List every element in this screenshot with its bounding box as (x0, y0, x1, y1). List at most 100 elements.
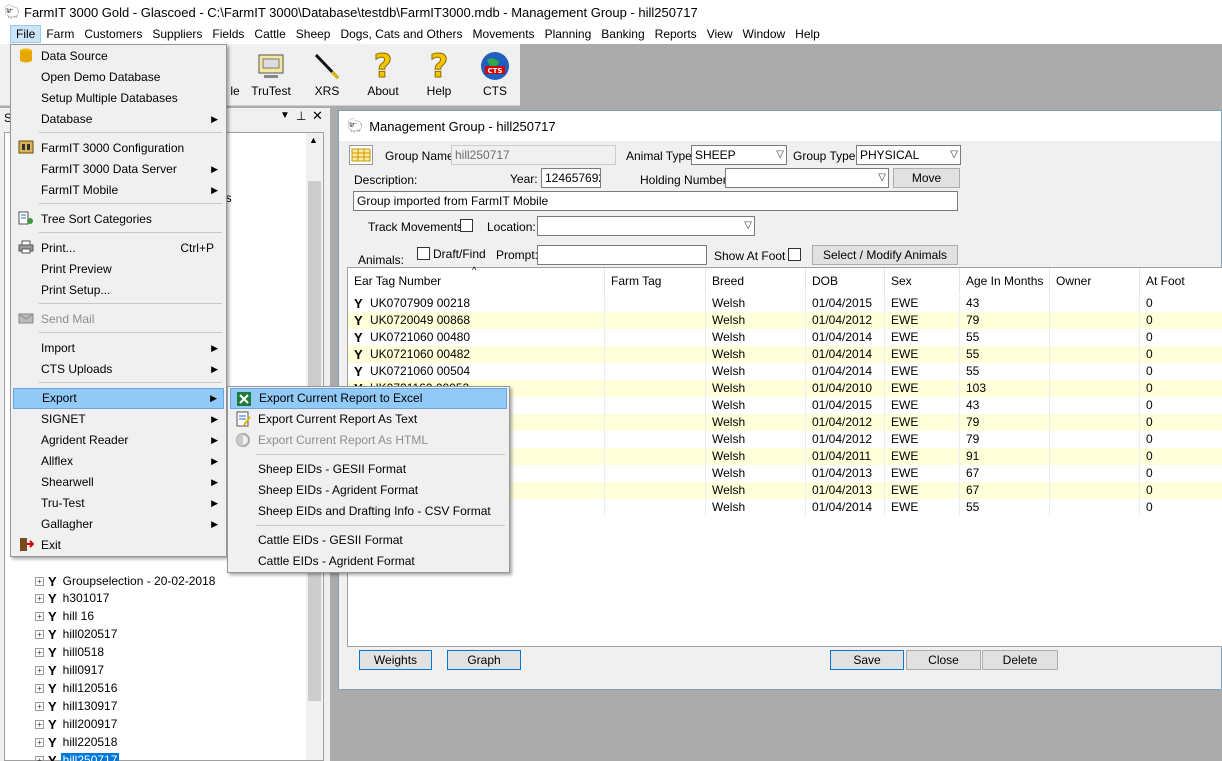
column-header[interactable]: Farm Tag (605, 268, 706, 294)
menu-item-open-demo-database[interactable]: Open Demo Database (13, 67, 224, 88)
tree-item[interactable]: + Yh301017 (35, 589, 111, 607)
column-header[interactable]: DOB (806, 268, 885, 294)
menu-banking[interactable]: Banking (596, 25, 649, 43)
menu-customers[interactable]: Customers (79, 25, 147, 43)
column-header[interactable]: Sex (885, 268, 960, 294)
select-modify-animals-button[interactable]: Select / Modify Animals (812, 245, 958, 265)
menu-planning[interactable]: Planning (540, 25, 597, 43)
save-button[interactable]: Save (830, 650, 904, 670)
toolbar-button-help[interactable]: ? Help (414, 48, 464, 102)
toolbar-button-xrs[interactable]: XRS (302, 48, 352, 102)
toolbar-button-trutest[interactable]: TruTest (246, 48, 296, 102)
expand-icon[interactable]: + (35, 647, 44, 657)
menu-item-cattle-eids-gesii-format[interactable]: Cattle EIDs - GESII Format (230, 530, 507, 551)
description-field[interactable]: Group imported from FarmIT Mobile (353, 191, 958, 211)
tree-item[interactable]: + Yhill0518 (35, 643, 106, 661)
menu-item-print-preview[interactable]: Print Preview (13, 259, 224, 280)
group-type-select[interactable]: PHYSICAL ▽ (856, 145, 961, 165)
table-row[interactable]: UK0707909 00218 Welsh 01/04/2015 EWE 43 0 Y (348, 295, 1222, 312)
menu-file[interactable]: File (10, 25, 42, 43)
table-row[interactable]: UK0721060 00480 Welsh 01/04/2014 EWE 55 0 Y (348, 329, 1222, 346)
column-header[interactable]: At Foot (1140, 268, 1222, 294)
menu-farm[interactable]: Farm (41, 25, 79, 43)
expand-icon[interactable]: + (35, 755, 44, 761)
column-header[interactable]: Owner (1050, 268, 1140, 294)
menu-item-print[interactable]: Print... Ctrl+P (13, 238, 224, 259)
group-name-field[interactable]: hill250717 (451, 145, 616, 165)
location-select[interactable]: ▽ (537, 216, 755, 236)
tree-item[interactable]: + Yhill020517 (35, 625, 119, 643)
menu-item-sheep-eids-and-drafting-info-csv-format[interactable]: Sheep EIDs and Drafting Info - CSV Forma… (230, 501, 507, 522)
menu-item-gallagher[interactable]: Gallagher ▶ (13, 514, 224, 535)
expand-icon[interactable]: + (35, 629, 44, 639)
menu-item-cts-uploads[interactable]: CTS Uploads ▶ (13, 359, 224, 380)
menu-item-data-source[interactable]: Data Source (13, 46, 224, 67)
menu-reports[interactable]: Reports (650, 25, 702, 43)
menu-item-allflex[interactable]: Allflex ▶ (13, 451, 224, 472)
expand-icon[interactable]: + (35, 593, 44, 603)
menu-item-database[interactable]: Database ▶ (13, 109, 224, 130)
menu-movements[interactable]: Movements (468, 25, 540, 43)
weights-button[interactable]: Weights (359, 650, 432, 670)
tree-item[interactable]: + Yhill 16 (35, 607, 96, 625)
menu-help[interactable]: Help (790, 25, 825, 43)
menu-item-tree-sort-categories[interactable]: Tree Sort Categories (13, 209, 224, 230)
expand-icon[interactable]: + (35, 611, 44, 621)
menu-fields[interactable]: Fields (207, 25, 249, 43)
menu-item-farmit-3000-configuration[interactable]: FarmIT 3000 Configuration (13, 138, 224, 159)
pin-icon[interactable]: ⊥ (296, 109, 306, 123)
menu-item-agrident-reader[interactable]: Agrident Reader ▶ (13, 430, 224, 451)
table-row[interactable]: UK0720049 00868 Welsh 01/04/2012 EWE 79 0 Y (348, 312, 1222, 329)
group-grid-icon[interactable] (349, 145, 373, 165)
year-field[interactable]: 124657692 (541, 168, 601, 188)
table-row[interactable]: UK0721060 00482 Welsh 01/04/2014 EWE 55 0 Y (348, 346, 1222, 363)
prompt-field[interactable] (537, 245, 707, 265)
menu-item-import[interactable]: Import ▶ (13, 338, 224, 359)
move-button[interactable]: Move (893, 168, 960, 188)
column-header[interactable]: Breed (706, 268, 806, 294)
expand-icon[interactable]: + (35, 683, 44, 693)
toolbar-button-cts[interactable]: CTS CTS (470, 48, 520, 102)
tree-item[interactable]: + Yhill220518 (35, 733, 119, 751)
tree-item[interactable]: + Y Groupselection - 20-02-2018 (35, 572, 217, 590)
menu-item-exit[interactable]: Exit (13, 535, 224, 556)
column-header[interactable]: Ear Tag Number (348, 268, 605, 294)
menu-item-setup-multiple-databases[interactable]: Setup Multiple Databases (13, 88, 224, 109)
menu-item-signet[interactable]: SIGNET ▶ (13, 409, 224, 430)
menu-item-farmit-mobile[interactable]: FarmIT Mobile ▶ (13, 180, 224, 201)
menu-cattle[interactable]: Cattle (249, 25, 290, 43)
menu-item-tru-test[interactable]: Tru-Test ▶ (13, 493, 224, 514)
tree-item[interactable]: + Yhill200917 (35, 715, 119, 733)
menu-item-sheep-eids-agrident-format[interactable]: Sheep EIDs - Agrident Format (230, 480, 507, 501)
expand-icon[interactable]: + (35, 719, 44, 729)
pane-dropdown-icon[interactable]: ▼ (280, 110, 290, 121)
tree-item[interactable]: + Yhill250717 (35, 751, 120, 761)
menu-item-cattle-eids-agrident-format[interactable]: Cattle EIDs - Agrident Format (230, 551, 507, 572)
tree-item[interactable]: + Yhill130917 (35, 697, 119, 715)
graph-button[interactable]: Graph (447, 650, 521, 670)
table-row[interactable]: UK0721060 00504 Welsh 01/04/2014 EWE 55 0 Y (348, 363, 1222, 380)
menu-item-export-current-report-to-excel[interactable]: Export Current Report to Excel (230, 388, 507, 409)
menu-item-farmit-3000-data-server[interactable]: FarmIT 3000 Data Server ▶ (13, 159, 224, 180)
close-button[interactable]: Close (906, 650, 981, 670)
expand-icon[interactable]: + (35, 665, 44, 675)
menu-item-sheep-eids-gesii-format[interactable]: Sheep EIDs - GESII Format (230, 459, 507, 480)
tree-item[interactable]: + Yhill0917 (35, 661, 106, 679)
draft-find-checkbox[interactable] (417, 247, 430, 260)
holding-number-select[interactable]: ▽ (725, 168, 889, 188)
menu-suppliers[interactable]: Suppliers (147, 25, 207, 43)
tree-item[interactable]: + Yhill120516 (35, 679, 119, 697)
column-header[interactable]: Age In Months (960, 268, 1050, 294)
toolbar-button-about[interactable]: ? About (358, 48, 408, 102)
menu-item-export[interactable]: Export ▶ (13, 388, 224, 409)
delete-button[interactable]: Delete (982, 650, 1058, 670)
show-at-foot-checkbox[interactable] (788, 248, 801, 261)
menu-item-print-setup[interactable]: Print Setup... (13, 280, 224, 301)
animal-type-select[interactable]: SHEEP ▽ (691, 145, 787, 165)
close-icon[interactable]: ✕ (312, 108, 323, 124)
menu-item-shearwell[interactable]: Shearwell ▶ (13, 472, 224, 493)
menu-sheep[interactable]: Sheep (291, 25, 336, 43)
expand-icon[interactable]: + (35, 737, 44, 747)
expand-icon[interactable]: + (35, 701, 44, 711)
menu-window[interactable]: Window (737, 25, 790, 43)
